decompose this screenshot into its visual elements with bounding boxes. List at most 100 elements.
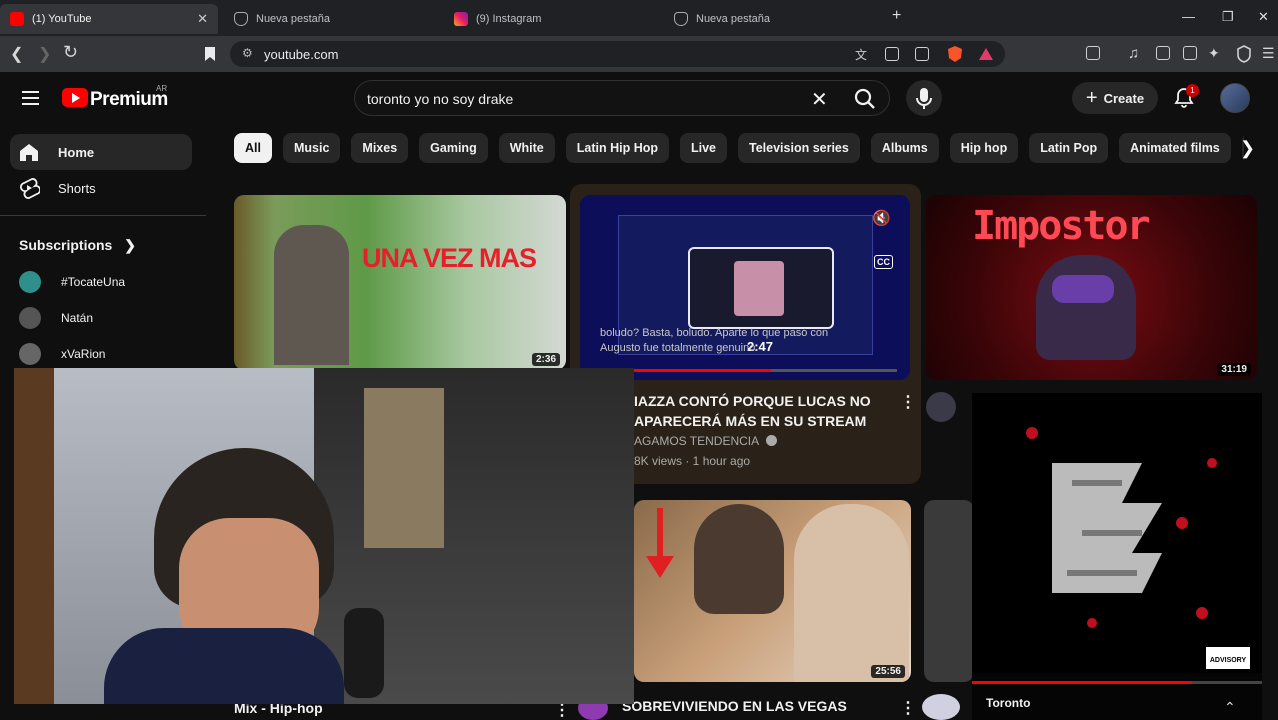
cast-icon[interactable] — [885, 47, 899, 61]
thumbnail-figure — [274, 225, 349, 365]
vpn-shield-icon[interactable] — [1236, 45, 1252, 63]
more-options-icon[interactable]: ⋮ — [900, 698, 916, 718]
shield-favicon-icon — [674, 12, 688, 26]
forward-icon[interactable]: ❯ — [38, 44, 51, 64]
tab-new-1[interactable]: Nueva pestaña — [224, 4, 434, 34]
album-art: ADVISORY — [972, 393, 1262, 673]
minimize-icon[interactable]: — — [1182, 9, 1195, 24]
share-icon[interactable] — [915, 47, 929, 61]
translate-icon[interactable]: 文 — [855, 46, 867, 63]
parental-advisory-label: ADVISORY — [1210, 657, 1247, 664]
subscription-item[interactable]: xVaRion — [19, 342, 105, 366]
subscriptions-heading[interactable]: Subscriptions ❯ — [19, 237, 136, 254]
reload-icon[interactable]: ↻ — [63, 42, 78, 63]
instagram-favicon-icon — [454, 12, 468, 26]
search-input[interactable]: toronto yo no soy drake — [367, 91, 513, 107]
thumbnail-figure — [694, 504, 784, 614]
filter-chip[interactable]: All — [234, 133, 272, 163]
channel-name-text: AGAMOS TENDENCIA — [634, 434, 759, 448]
captions-icon[interactable]: CC — [874, 255, 893, 269]
create-button[interactable]: + Create — [1072, 82, 1158, 114]
subscription-item[interactable]: Natán — [19, 306, 93, 330]
maximize-icon[interactable]: ❐ — [1222, 9, 1234, 25]
video-caption-text: boludo? Basta, boludo. Aparte lo que pas… — [600, 327, 829, 354]
music-icon[interactable]: ♫ — [1128, 45, 1139, 62]
url-text: youtube.com — [264, 47, 339, 62]
video-thumbnail[interactable] — [924, 500, 974, 682]
youtube-logo-icon[interactable] — [62, 88, 88, 107]
voice-search-button[interactable] — [906, 80, 942, 116]
browser-toolbar: ❮ ❯ ↻ ⚙ youtube.com 文 ♫ ✦ ☰ — [0, 36, 1278, 72]
brave-shield-icon[interactable] — [946, 45, 964, 63]
channel-avatar[interactable] — [926, 392, 956, 422]
music-player-overlay: ADVISORY Toronto ⌃ — [972, 393, 1262, 720]
thumbnail-figure — [794, 504, 909, 682]
filter-chip[interactable]: White — [498, 133, 555, 163]
close-tab-icon[interactable]: ✕ — [197, 11, 208, 27]
search-box[interactable]: toronto yo no soy drake ✕ — [354, 80, 890, 116]
reader-icon[interactable] — [1156, 46, 1170, 60]
more-options-icon[interactable]: ⋮ — [900, 392, 916, 412]
webcam-microphone — [344, 608, 384, 698]
filter-chip[interactable]: Gaming — [419, 133, 488, 163]
filter-chip[interactable]: Latin Hip Hop — [565, 133, 669, 163]
browser-tab-bar: (1) YouTube ✕ Nueva pestaña (9) Instagra… — [0, 0, 1278, 36]
filter-chip[interactable]: Mixes — [351, 133, 409, 163]
sidebar-item-shorts[interactable]: Shorts — [10, 170, 192, 206]
filter-chip[interactable]: Music — [282, 133, 341, 163]
video-thumbnail[interactable]: UNA VEZ MAS 2:36 — [234, 195, 566, 370]
sidebar-item-home[interactable]: Home — [10, 134, 192, 170]
rewards-icon[interactable] — [978, 46, 994, 62]
new-tab-icon[interactable]: + — [892, 7, 901, 25]
tab-youtube[interactable]: (1) YouTube ✕ — [0, 4, 218, 34]
address-bar[interactable]: ⚙ youtube.com 文 — [230, 41, 1005, 67]
close-window-icon[interactable]: ✕ — [1258, 9, 1269, 25]
channel-avatar[interactable] — [922, 694, 960, 720]
tab-new-2[interactable]: Nueva pestaña — [664, 4, 874, 34]
preview-inner-screen — [688, 247, 834, 329]
subscription-item[interactable]: #TocateUna — [19, 270, 125, 294]
site-settings-icon[interactable]: ⚙ — [242, 46, 253, 60]
clear-search-icon[interactable]: ✕ — [811, 87, 828, 112]
hamburger-menu-icon[interactable] — [22, 91, 39, 105]
sidebar-divider — [0, 215, 206, 216]
filter-chip[interactable]: Television series — [738, 133, 860, 163]
filter-chip[interactable]: Hip hop — [949, 133, 1019, 163]
wallet-icon[interactable] — [1183, 46, 1197, 60]
tab-label: (9) Instagram — [476, 13, 542, 25]
filter-chip[interactable]: Live — [680, 133, 728, 163]
bookmark-icon[interactable] — [204, 46, 216, 62]
back-icon[interactable]: ❮ — [10, 44, 23, 64]
chevron-up-icon[interactable]: ⌃ — [1224, 699, 1236, 716]
youtube-masthead: Premium AR toronto yo no soy drake ✕ + C… — [0, 72, 1278, 124]
home-icon — [20, 144, 38, 161]
video-thumbnail[interactable]: Impostor 31:19 — [926, 195, 1257, 380]
sidebar-item-label: Home — [58, 144, 95, 160]
preview-figure — [734, 261, 784, 316]
filter-chip[interactable]: Albums — [870, 133, 939, 163]
video-title[interactable]: IAZZA CONTÓ PORQUE LUCAS NO APARECERÁ MÁ… — [634, 391, 884, 431]
webcam-door — [14, 368, 54, 704]
tab-label: Nueva pestaña — [696, 13, 770, 25]
video-thumbnail[interactable]: 25:56 — [634, 500, 911, 682]
chips-next-icon[interactable]: ❯ — [1240, 138, 1255, 159]
channel-name[interactable]: AGAMOS TENDENCIA — [634, 434, 777, 448]
video-duration: 25:56 — [871, 665, 905, 678]
filter-chip[interactable]: Animated films — [1119, 133, 1231, 163]
menu-icon[interactable]: ☰ — [1262, 45, 1275, 62]
video-title[interactable]: SOBREVIVIENDO EN LAS VEGAS SOLO — [622, 696, 882, 720]
sidebar-item-label: Shorts — [58, 180, 96, 196]
account-avatar[interactable] — [1220, 83, 1250, 113]
country-code: AR — [156, 84, 168, 93]
filter-chip[interactable]: Latin Pop — [1029, 133, 1109, 163]
search-icon[interactable] — [841, 81, 889, 115]
mute-icon[interactable]: 🔇 — [872, 209, 891, 227]
sidebar-toggle-icon[interactable] — [1086, 46, 1100, 60]
tab-instagram[interactable]: (9) Instagram — [444, 4, 654, 34]
video-meta: 8K views · 1 hour ago — [634, 454, 751, 468]
leo-ai-icon[interactable]: ✦ — [1208, 45, 1220, 62]
preview-progress-bar[interactable] — [634, 369, 897, 372]
create-label: Create — [1103, 90, 1145, 106]
player-progress-bar[interactable] — [972, 681, 1262, 684]
microphone-icon — [916, 88, 932, 109]
